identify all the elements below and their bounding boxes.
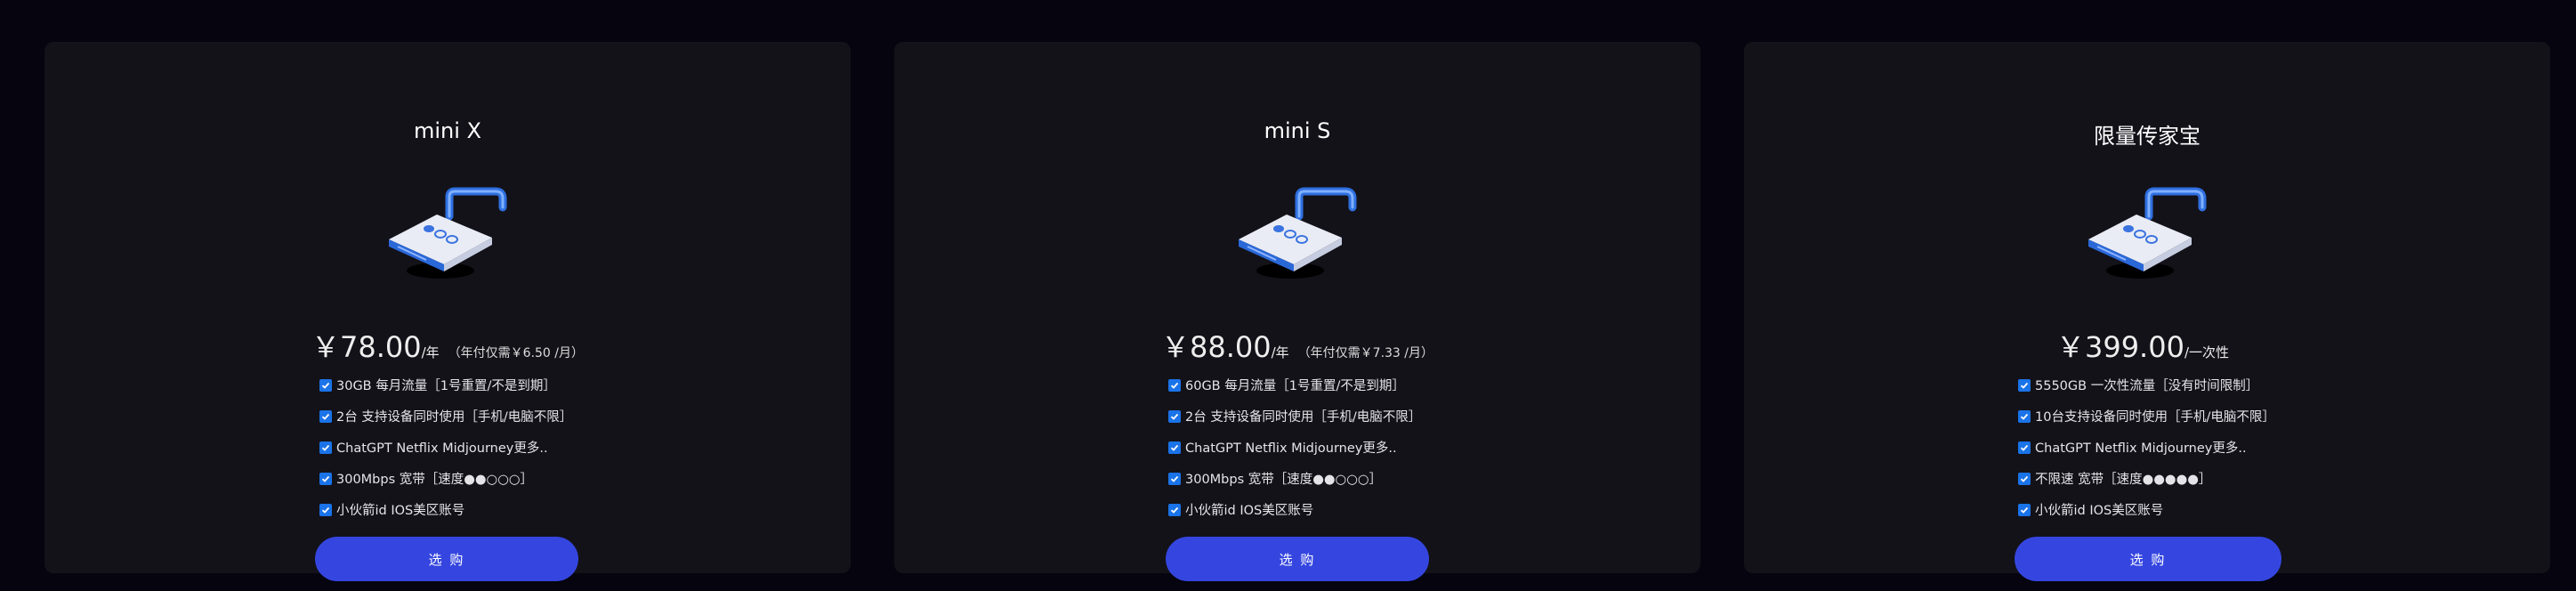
price-unit: /年 [421,344,440,360]
feature-text: 5550GB 一次性流量［没有时间限制］ [2035,379,2259,393]
checkbox-checked-icon [2018,472,2031,485]
list-item: ChatGPT Netflix Midjourney更多.. [1168,432,1421,463]
feature-text: 300Mbps 宽带［速度●●○○○］ [336,473,534,487]
list-item: ChatGPT Netflix Midjourney更多.. [2018,432,2275,463]
feature-text: ChatGPT Netflix Midjourney更多.. [2035,441,2247,456]
plan-title: 限量传家宝 [2094,124,2201,149]
checkbox-checked-icon [319,472,332,485]
feature-text: 10台支持设备同时使用［手机/电脑不限］ [2035,410,2275,425]
feature-text: 60GB 每月流量［1号重置/不是到期］ [1185,379,1405,393]
list-item: 30GB 每月流量［1号重置/不是到期］ [319,369,572,401]
feature-text: 2台 支持设备同时使用［手机/电脑不限］ [336,410,573,425]
price-amount: ￥88.00 [1160,330,1272,364]
price-amount: ￥78.00 [311,330,422,364]
plan-card-mini-x: mini X ￥78.00/年 （年付仅需￥6.50 /月） 30GB 每月流量［… [44,42,851,581]
buy-button[interactable]: 选 购 [315,537,578,581]
list-item: 不限速 宽带［速度●●●●●］ [2018,463,2275,494]
feature-text: 小伙箭id IOS美区账号 [1185,504,1314,518]
checkbox-checked-icon [1168,378,1181,392]
list-item: 2台 支持设备同时使用［手机/电脑不限］ [1168,401,1421,432]
list-item: 小伙箭id IOS美区账号 [319,494,572,525]
plan-card-mini-s: mini S ￥88.00/年 （年付仅需￥7.33 /月） 60GB 每月流量［… [894,42,1700,581]
checkbox-checked-icon [2018,503,2031,516]
price-line: ￥88.00/年 （年付仅需￥7.33 /月） [894,325,1700,366]
checkbox-checked-icon [2018,441,2031,454]
pricing-plans: mini X ￥78.00/年 （年付仅需￥6.50 /月） 30GB 每月流量［… [0,0,2576,591]
list-item: 小伙箭id IOS美区账号 [1168,494,1421,525]
list-item: 5550GB 一次性流量［没有时间限制］ [2018,369,2275,401]
checkbox-checked-icon [319,409,332,423]
checkbox-checked-icon [319,503,332,516]
price-note: （年付仅需￥7.33 /月） [1297,346,1434,360]
checkbox-checked-icon [2018,409,2031,423]
feature-text: ChatGPT Netflix Midjourney更多.. [336,441,548,456]
checkbox-checked-icon [1168,441,1181,454]
price-note: （年付仅需￥6.50 /月） [448,346,585,360]
list-item: 10台支持设备同时使用［手机/电脑不限］ [2018,401,2275,432]
checkbox-checked-icon [1168,503,1181,516]
price-line: ￥399.00/一次性 [1744,325,2550,366]
buy-button[interactable]: 选 购 [1166,537,1429,581]
feature-list: 5550GB 一次性流量［没有时间限制］ 10台支持设备同时使用［手机/电脑不限… [2018,369,2275,525]
checkbox-checked-icon [2018,378,2031,392]
checkbox-checked-icon [1168,409,1181,423]
price-line: ￥78.00/年 （年付仅需￥6.50 /月） [44,325,851,366]
feature-text: 不限速 宽带［速度●●●●●］ [2035,473,2212,487]
checkbox-checked-icon [1168,472,1181,485]
price-unit: /年 [1271,344,1289,360]
price-amount: ￥399.00 [2055,330,2184,364]
feature-text: 2台 支持设备同时使用［手机/电脑不限］ [1185,410,1422,425]
checkbox-checked-icon [319,378,332,392]
list-item: 60GB 每月流量［1号重置/不是到期］ [1168,369,1421,401]
checkbox-checked-icon [319,441,332,454]
feature-list: 60GB 每月流量［1号重置/不是到期］ 2台 支持设备同时使用［手机/电脑不限… [1168,369,1421,525]
list-item: ChatGPT Netflix Midjourney更多.. [319,432,572,463]
padlock-drive-icon [1239,187,1357,279]
feature-text: 小伙箭id IOS美区账号 [336,504,465,518]
list-item: 2台 支持设备同时使用［手机/电脑不限］ [319,401,572,432]
padlock-drive-icon [389,187,507,279]
list-item: 300Mbps 宽带［速度●●○○○］ [1168,463,1421,494]
list-item: 300Mbps 宽带［速度●●○○○］ [319,463,572,494]
buy-button[interactable]: 选 购 [2015,537,2281,581]
feature-text: 小伙箭id IOS美区账号 [2035,504,2164,518]
plan-title: mini S [1264,118,1331,143]
feature-text: ChatGPT Netflix Midjourney更多.. [1185,441,1397,456]
feature-list: 30GB 每月流量［1号重置/不是到期］ 2台 支持设备同时使用［手机/电脑不限… [319,369,572,525]
feature-text: 30GB 每月流量［1号重置/不是到期］ [336,379,556,393]
plan-card-heirloom: 限量传家宝 ￥399.00/一次性 5550GB 一次性流量［没有时间限制］ 1… [1744,42,2550,581]
padlock-drive-icon [2088,187,2207,279]
feature-text: 300Mbps 宽带［速度●●○○○］ [1185,473,1383,487]
list-item: 小伙箭id IOS美区账号 [2018,494,2275,525]
price-unit: /一次性 [2184,344,2230,360]
plan-title: mini X [414,118,481,143]
